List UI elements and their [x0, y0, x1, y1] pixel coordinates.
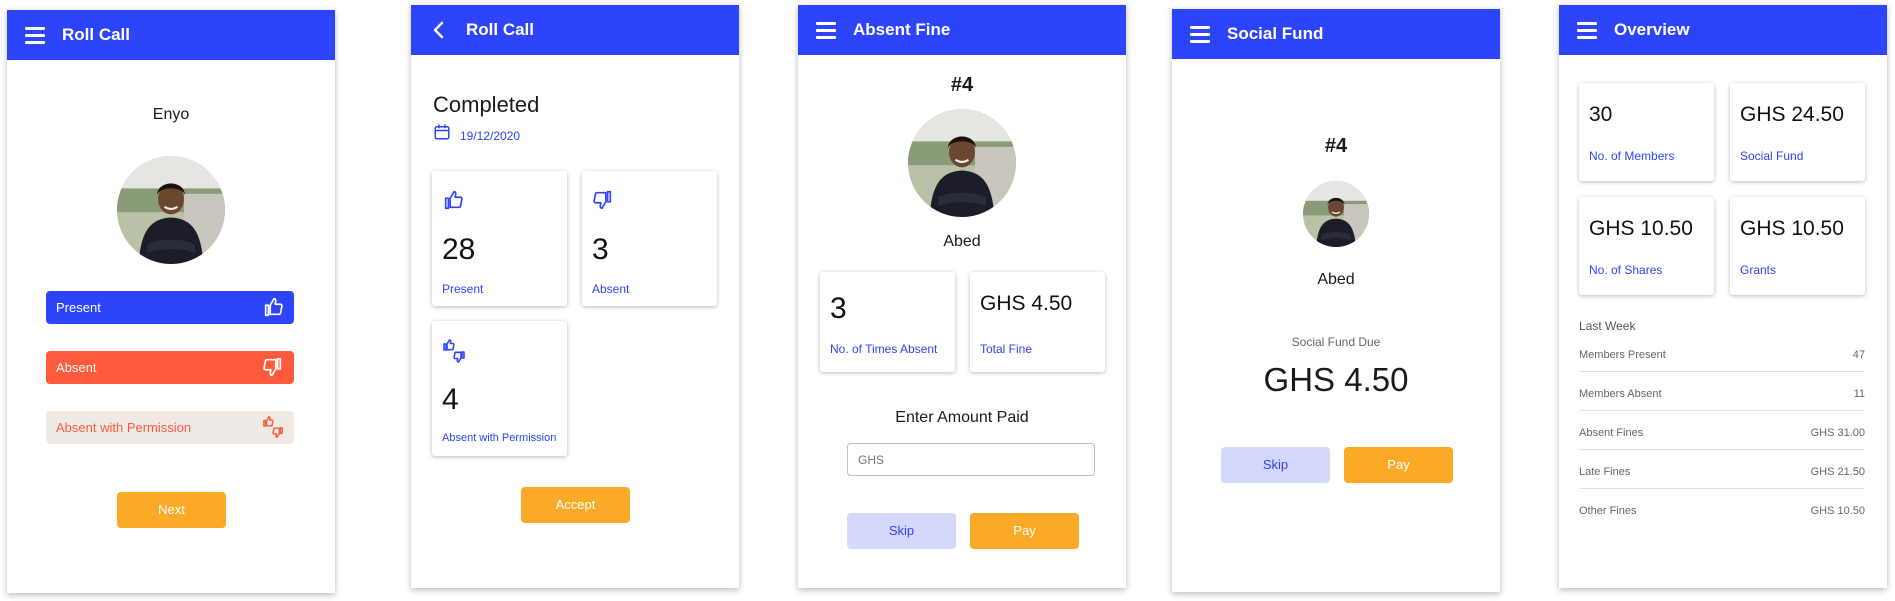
app-bar-title: Absent Fine: [853, 20, 951, 39]
pay-button[interactable]: Pay: [970, 513, 1079, 549]
social-fund-stat-label: Social Fund: [1740, 149, 1804, 163]
thumbs-down-icon: [592, 189, 614, 211]
absent-with-permission-label: Absent with Permission: [56, 420, 192, 435]
screen-roll-call-completed: Roll Call Completed 19/12/2020 28 Presen…: [411, 5, 739, 588]
list-item-value: 47: [1852, 349, 1865, 361]
members-stat-value: 30: [1589, 103, 1613, 126]
times-absent-value: 3: [830, 292, 847, 325]
present-button-label: Present: [56, 300, 101, 315]
list-item-label: Absent Fines: [1579, 427, 1644, 439]
members-stat-label: No. of Members: [1589, 149, 1675, 163]
list-item: Members Present 47: [1579, 333, 1865, 372]
list-item: Other Fines GHS 10.50: [1579, 489, 1865, 528]
hamburger-menu-icon[interactable]: [1575, 18, 1599, 42]
app-bar-title: Social Fund: [1227, 24, 1324, 43]
absent-count: 3: [592, 233, 609, 266]
completed-heading: Completed: [433, 92, 540, 117]
absent-button-label: Absent: [56, 360, 97, 375]
social-fund-due-label: Social Fund Due: [1291, 335, 1381, 349]
list-item-value: 11: [1853, 388, 1865, 400]
member-avatar: [908, 109, 1016, 217]
shares-stat-value: GHS 10.50: [1589, 217, 1693, 240]
members-stat-card: 30 No. of Members: [1579, 83, 1714, 181]
grants-stat-label: Grants: [1740, 263, 1777, 277]
app-bar: Roll Call: [7, 10, 335, 60]
present-button[interactable]: Present: [46, 291, 294, 324]
thumbs-up-down-icon: [262, 416, 284, 438]
list-item-label: Other Fines: [1579, 505, 1637, 517]
member-name: Abed: [943, 233, 981, 250]
list-item-value: GHS 21.50: [1810, 466, 1865, 478]
social-fund-stat-card: GHS 24.50 Social Fund: [1730, 83, 1865, 181]
hamburger-menu-icon[interactable]: [1188, 22, 1212, 46]
list-item-label: Members Absent: [1579, 388, 1662, 400]
absent-card: 3 Absent: [582, 171, 717, 306]
absent-label: Absent: [592, 282, 630, 296]
member-name: Abed: [1317, 271, 1355, 288]
list-item: Absent Fines GHS 31.00: [1579, 411, 1865, 450]
app-bar: Roll Call: [411, 5, 739, 55]
chevron-left-icon[interactable]: [427, 18, 451, 42]
total-fine-label: Total Fine: [980, 342, 1033, 356]
absent-with-permission-button[interactable]: Absent with Permission: [46, 411, 294, 444]
present-label: Present: [442, 282, 484, 296]
times-absent-label: No. of Times Absent: [830, 342, 938, 356]
grants-stat-card: GHS 10.50 Grants: [1730, 197, 1865, 295]
thumbs-up-down-icon: [442, 339, 466, 363]
shares-stat-label: No. of Shares: [1589, 263, 1663, 277]
app-bar: Overview: [1559, 5, 1887, 55]
list-item: Late Fines GHS 21.50: [1579, 450, 1865, 489]
app-bar-title: Roll Call: [466, 20, 535, 39]
list-item-value: GHS 10.50: [1810, 505, 1865, 517]
list-item-label: Members Present: [1579, 349, 1666, 361]
shares-stat-card: GHS 10.50 No. of Shares: [1579, 197, 1714, 295]
skip-button[interactable]: Skip: [847, 513, 956, 549]
member-number: #4: [950, 74, 974, 96]
total-fine-card: GHS 4.50 Total Fine: [970, 272, 1105, 372]
grants-stat-value: GHS 10.50: [1740, 217, 1844, 240]
app-bar-title: Overview: [1614, 20, 1690, 39]
calendar-icon: [433, 123, 451, 141]
absent-with-permission-label: Absent with Permission: [442, 432, 557, 444]
pay-button[interactable]: Pay: [1344, 447, 1453, 483]
present-count: 28: [442, 233, 476, 266]
screen-roll-call: Roll Call Enyo Present Absent Absent wit…: [7, 10, 335, 593]
app-bar: Absent Fine: [798, 5, 1126, 55]
amount-paid-input[interactable]: [847, 443, 1095, 476]
next-button[interactable]: Next: [117, 492, 226, 528]
completed-date: 19/12/2020: [460, 129, 521, 143]
accept-button[interactable]: Accept: [521, 487, 630, 523]
app-bar: Social Fund: [1172, 9, 1500, 59]
member-avatar: [117, 156, 225, 264]
absent-with-permission-card: 4 Absent with Permission: [432, 321, 567, 456]
list-item-value: GHS 31.00: [1810, 427, 1865, 439]
list-item: Members Absent 11: [1579, 372, 1865, 411]
list-item-label: Late Fines: [1579, 466, 1631, 478]
thumbs-down-icon: [262, 356, 284, 378]
app-bar-title: Roll Call: [62, 25, 131, 44]
last-week-heading: Last Week: [1579, 319, 1636, 333]
times-absent-card: 3 No. of Times Absent: [820, 272, 955, 372]
screen-absent-fine: Absent Fine #4 Abed 3 No. of Times Absen…: [798, 5, 1126, 588]
social-fund-due-value: GHS 4.50: [1263, 361, 1409, 398]
member-name: Enyo: [152, 106, 190, 123]
total-fine-value: GHS 4.50: [980, 292, 1073, 315]
present-card: 28 Present: [432, 171, 567, 306]
screen-overview: Overview 30 No. of Members GHS 24.50 Soc…: [1559, 5, 1887, 588]
hamburger-menu-icon[interactable]: [23, 23, 47, 47]
hamburger-menu-icon[interactable]: [814, 18, 838, 42]
member-number: #4: [1324, 135, 1348, 157]
screen-social-fund: Social Fund #4 Abed Social Fund Due GHS …: [1172, 9, 1500, 592]
thumbs-up-icon: [442, 189, 464, 211]
social-fund-stat-value: GHS 24.50: [1740, 103, 1844, 126]
absent-with-permission-count: 4: [442, 383, 459, 416]
member-avatar: [1303, 181, 1369, 247]
skip-button[interactable]: Skip: [1221, 447, 1330, 483]
enter-amount-paid-label: Enter Amount Paid: [895, 409, 1029, 426]
thumbs-up-icon: [262, 296, 284, 318]
absent-button[interactable]: Absent: [46, 351, 294, 384]
